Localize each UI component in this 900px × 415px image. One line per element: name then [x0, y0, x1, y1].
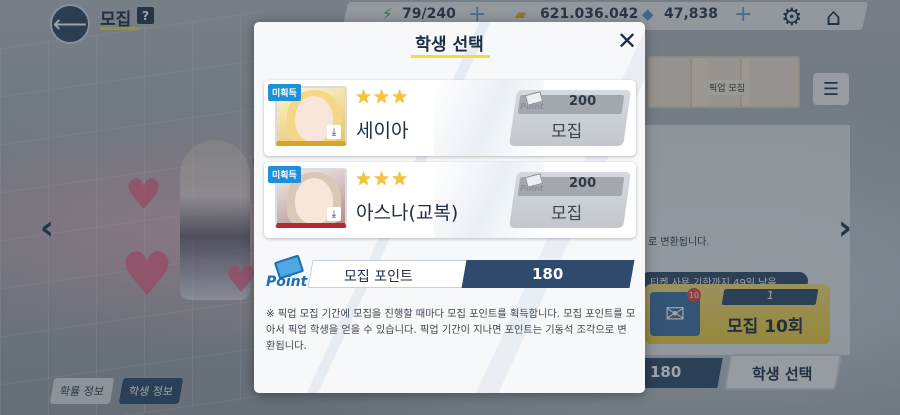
character-card[interactable]: 미획득 ⤓ ★★★ 세이아 Point 200 모집: [264, 80, 636, 156]
download-icon: ⤓: [327, 207, 341, 221]
points-value: 180: [532, 265, 564, 283]
star-rating: ★★★: [355, 168, 410, 190]
close-icon[interactable]: ✕: [614, 27, 640, 55]
character-name: 아스나(교복): [356, 202, 459, 224]
character-card[interactable]: 미획득 ⤓ ★★★ 아스나(교복) Point 200 모집: [264, 162, 636, 238]
star-rating: ★★★: [355, 86, 410, 108]
recruit-points-row: Point 모집 포인트 180: [264, 254, 636, 296]
modal-title-underline: [411, 55, 490, 58]
point-icon: Point: [520, 91, 548, 113]
unowned-badge: 미획득: [268, 84, 301, 101]
point-envelope-icon: Point: [266, 254, 312, 296]
points-label: 모집 포인트: [344, 269, 413, 285]
recruit-cost: 200: [569, 176, 597, 191]
recruit-points-note: ※ 픽업 모집 기간에 모집을 진행할 때마다 모집 포인트를 획득합니다. 모…: [266, 309, 636, 352]
recruit-button-label: 모집: [551, 204, 583, 224]
unowned-badge: 미획득: [268, 166, 301, 183]
recruit-cost: 200: [569, 94, 597, 109]
modal-title: 학생 선택: [415, 35, 484, 55]
download-icon: ⤓: [327, 125, 341, 139]
point-icon: Point: [520, 173, 548, 195]
character-name: 세이아: [356, 120, 409, 142]
student-select-modal: 학생 선택 ✕ 미획득 ⤓ ★★★ 세이아 Point 200 모집 미획득 ⤓…: [254, 22, 645, 393]
recruit-button-label: 모집: [551, 122, 583, 142]
